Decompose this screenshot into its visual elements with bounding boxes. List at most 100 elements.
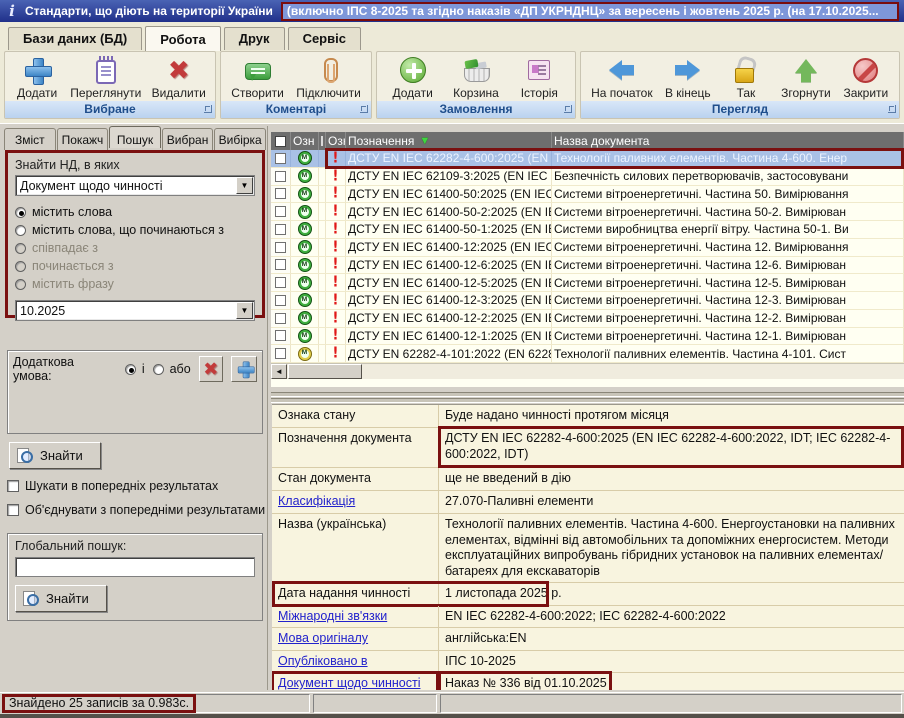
chevron-down-icon[interactable]: ▼: [236, 302, 253, 319]
detail-row: Документ щодо чинностіНаказ № 336 від 01…: [272, 673, 904, 690]
detail-label-link[interactable]: Класифікація: [272, 491, 438, 513]
detail-value: ще не введений в дію: [438, 468, 904, 490]
chevron-down-icon[interactable]: ▼: [236, 177, 253, 194]
table-row[interactable]: M!ДСТУ EN 62282-4-101:2022 (EN 62282-4-1…: [271, 345, 904, 363]
row-checkbox[interactable]: [271, 345, 291, 362]
sidebar-tab-contents[interactable]: Зміст: [4, 128, 56, 150]
arrow-up-icon: [795, 59, 817, 82]
yes-button[interactable]: Так: [719, 54, 773, 101]
tab-work[interactable]: Робота: [145, 26, 221, 51]
go-last-button[interactable]: В кінець: [661, 54, 715, 101]
row-checkbox[interactable]: [271, 221, 291, 238]
add-favorite-button[interactable]: Додати: [10, 54, 64, 101]
detail-label-link[interactable]: Документ щодо чинності: [272, 673, 438, 690]
collapse-button[interactable]: Згорнути: [777, 54, 835, 101]
column-header-name[interactable]: Назва документа: [552, 132, 904, 150]
view-favorite-button[interactable]: Переглянути: [66, 54, 145, 101]
global-find-button[interactable]: Знайти: [15, 585, 107, 612]
row-checkbox[interactable]: [271, 310, 291, 327]
dialog-launcher-icon[interactable]: [888, 105, 896, 113]
detail-label-link[interactable]: Міжнародні зв'язки: [272, 606, 438, 628]
select-all-checkbox[interactable]: [271, 132, 291, 150]
table-row[interactable]: M!ДСТУ EN IEC 61400-12:2025 (EN IEC 6140…: [271, 239, 904, 257]
sidebar-tab-search[interactable]: Пошук: [109, 126, 161, 148]
scrollbar-thumb[interactable]: [288, 364, 362, 379]
cart-button[interactable]: Корзина: [449, 54, 503, 101]
radio-or[interactable]: або: [153, 362, 191, 376]
row-checkbox[interactable]: [271, 203, 291, 220]
add-order-button[interactable]: Додати: [386, 54, 440, 101]
find-button[interactable]: Знайти: [9, 442, 101, 469]
dialog-launcher-icon[interactable]: [564, 105, 572, 113]
dialog-launcher-icon[interactable]: [360, 105, 368, 113]
table-row[interactable]: M!ДСТУ EN IEC 61400-50-1:2025 (EN IEC 61…: [271, 221, 904, 239]
row-checkbox[interactable]: [271, 150, 291, 167]
table-row[interactable]: M!ДСТУ EN IEC 62109-3:2025 (EN IEC 62109…: [271, 168, 904, 186]
exclamation-icon: !: [333, 168, 339, 185]
table-row[interactable]: M!ДСТУ EN IEC 61400-12-5:2025 (EN IEC 61…: [271, 274, 904, 292]
add-condition-button[interactable]: [231, 356, 257, 382]
tab-print[interactable]: Друк: [224, 27, 285, 50]
table-row[interactable]: M!ДСТУ EN IEC 61400-12-1:2025 (EN IEC 61…: [271, 328, 904, 346]
filter-funnel-icon[interactable]: ▼: [419, 135, 430, 147]
row-checkbox[interactable]: [271, 274, 291, 291]
extra-condition-group: Додаткова умова: і або ✖: [7, 350, 263, 434]
padlock-open-icon: [733, 57, 759, 84]
attach-comment-button[interactable]: Підключити: [292, 54, 365, 101]
row-checkbox[interactable]: [271, 239, 291, 256]
table-row[interactable]: M!ДСТУ EN IEC 61400-50-2:2025 (EN IEC 61…: [271, 203, 904, 221]
delete-favorite-button[interactable]: ✖ Видалити: [148, 54, 210, 101]
tab-databases[interactable]: Бази даних (БД): [8, 27, 142, 50]
sidebar-tab-selected[interactable]: Вибран: [162, 128, 214, 150]
checkbox-search-previous[interactable]: Шукати в попередніх результатах: [7, 479, 267, 493]
remove-condition-button[interactable]: ✖: [199, 356, 223, 382]
document-name: Системи виробництва енергії вітру. Части…: [552, 221, 904, 238]
row-checkbox[interactable]: [271, 186, 291, 203]
table-row[interactable]: M!ДСТУ EN IEC 62282-4-600:2025 (EN IEC 6…: [271, 150, 904, 168]
radio-and[interactable]: і: [125, 362, 145, 376]
table-row[interactable]: M!ДСТУ EN IEC 61400-12-3:2025 (EN IEC 61…: [271, 292, 904, 310]
checkbox-icon[interactable]: [7, 480, 19, 492]
status-m-badge: M: [298, 151, 312, 165]
detail-value: 1 листопада 2025 р.: [438, 583, 904, 605]
search-field-select[interactable]: Документ щодо чинності ▼: [15, 175, 255, 196]
dialog-launcher-icon[interactable]: [204, 105, 212, 113]
search-criteria-box: Знайти НД, в яких Документ щодо чинності…: [5, 150, 265, 318]
sidebar-tab-index[interactable]: Покажч: [57, 128, 109, 150]
global-search-input[interactable]: [15, 557, 255, 577]
detail-label-link[interactable]: Мова оригіналу: [272, 628, 438, 650]
column-splitter[interactable]: [319, 132, 326, 150]
detail-value: Наказ № 336 від 01.10.2025: [438, 673, 904, 690]
horizontal-scrollbar[interactable]: ◄: [271, 363, 904, 379]
radio-starts-with-words[interactable]: містить слова, що починаються з: [15, 223, 255, 237]
row-checkbox[interactable]: [271, 292, 291, 309]
go-first-button[interactable]: На початок: [587, 54, 657, 101]
checkbox-icon[interactable]: [7, 504, 19, 516]
tab-service[interactable]: Сервіс: [288, 27, 361, 50]
history-button[interactable]: Історія: [512, 54, 566, 101]
group-label-orders: Замовлення: [377, 101, 575, 118]
pane-splitter[interactable]: [271, 390, 904, 402]
status-m-badge: M: [298, 240, 312, 254]
row-checkbox[interactable]: [271, 257, 291, 274]
detail-row: Міжнародні зв'язкиEN IEC 62282-4-600:202…: [272, 606, 904, 629]
detail-label-link[interactable]: Опубліковано в: [272, 651, 438, 673]
scroll-left-icon[interactable]: ◄: [271, 364, 287, 379]
column-header-ozn1[interactable]: Озн: [291, 132, 319, 150]
radio-contains-words[interactable]: містить слова: [15, 205, 255, 219]
ribbon-tab-row: Бази даних (БД) Робота Друк Сервіс: [0, 22, 904, 50]
close-button[interactable]: Закрити: [839, 54, 893, 101]
checkbox-merge-previous[interactable]: Об'єднувати з попередніми результатами: [7, 503, 267, 517]
search-value-select[interactable]: 10.2025 ▼: [15, 300, 255, 321]
row-checkbox[interactable]: [271, 168, 291, 185]
create-comment-button[interactable]: Створити: [227, 54, 288, 101]
table-row[interactable]: M!ДСТУ EN IEC 61400-12-6:2025 (EN IEC 61…: [271, 257, 904, 275]
results-table-body: M! ДСТУ EN IEC 62282-4-600:2025 (EN IEC 6…: [271, 150, 904, 363]
column-header-ozn2[interactable]: Озн: [326, 132, 346, 150]
column-header-code[interactable]: Позначення▼: [346, 132, 552, 150]
table-row[interactable]: M!ДСТУ EN IEC 61400-50:2025 (EN IEC 6140…: [271, 186, 904, 204]
row-checkbox[interactable]: [271, 328, 291, 345]
table-row[interactable]: M!ДСТУ EN IEC 61400-12-2:2025 (EN IEC 61…: [271, 310, 904, 328]
document-code: ДСТУ EN IEC 62282-4-600:2025 (EN IEC 622…: [346, 150, 552, 167]
sidebar-tab-selection[interactable]: Вибірка: [214, 128, 266, 150]
